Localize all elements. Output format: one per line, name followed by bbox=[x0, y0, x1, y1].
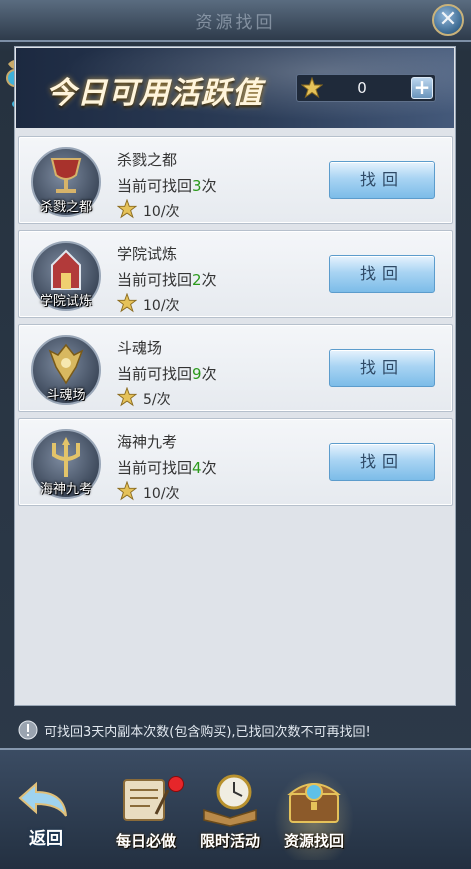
tab-label: 限时活动 bbox=[199, 832, 260, 850]
retrieve-button[interactable]: 找回 bbox=[329, 443, 435, 481]
dungeon-name: 斗魂场 bbox=[117, 339, 163, 357]
dungeon-icon-label: 海神九考 bbox=[39, 482, 92, 497]
clock-book-icon bbox=[203, 774, 257, 827]
back-arrow-icon bbox=[18, 781, 67, 817]
remaining-count-text: 当前可找回9次 bbox=[117, 365, 217, 383]
retrieve-button[interactable]: 找回 bbox=[329, 349, 435, 387]
cost-per-retrieve: 10/次 bbox=[143, 486, 180, 502]
tab-daily-tasks[interactable]: 每日必做 bbox=[106, 770, 186, 860]
goblet-icon bbox=[50, 158, 82, 193]
remaining-count-text: 当前可找回2次 bbox=[117, 271, 217, 289]
list-item: 斗魂场 斗魂场 当前可找回9次 5/次 找回 bbox=[18, 324, 453, 412]
soul-arena-emblem-icon bbox=[48, 343, 84, 385]
star-medal-icon bbox=[117, 387, 137, 407]
back-label: 返回 bbox=[29, 829, 63, 849]
dungeon-icon: 斗魂场 bbox=[31, 335, 101, 405]
close-button[interactable]: ✕ bbox=[432, 4, 464, 36]
academy-building-icon bbox=[51, 249, 81, 290]
retrieve-button[interactable]: 找回 bbox=[329, 255, 435, 293]
dungeon-icon-label: 杀戮之都 bbox=[39, 200, 92, 215]
retrieve-button[interactable]: 找回 bbox=[329, 161, 435, 199]
remaining-count-text: 当前可找回3次 bbox=[117, 177, 217, 195]
tab-resource-retrieve[interactable]: 资源找回 bbox=[274, 770, 354, 860]
window-title: 资源找回 bbox=[195, 13, 276, 33]
list-item: 海神九考 海神九考 当前可找回4次 10/次 找回 bbox=[18, 418, 453, 506]
dungeon-icon: 学院试炼 bbox=[31, 241, 101, 311]
warning-icon bbox=[18, 720, 38, 740]
tab-label: 每日必做 bbox=[115, 832, 176, 850]
star-medal-icon bbox=[301, 77, 323, 99]
dungeon-name: 学院试炼 bbox=[117, 245, 178, 263]
close-icon: ✕ bbox=[438, 7, 458, 32]
star-medal-icon bbox=[117, 481, 137, 501]
tab-limited-events[interactable]: 限时活动 bbox=[190, 770, 270, 860]
dungeon-name: 杀戮之都 bbox=[117, 151, 178, 169]
activity-points-value: 0 bbox=[357, 79, 367, 97]
dungeon-icon: 海神九考 bbox=[31, 429, 101, 499]
dungeon-icon: 杀戮之都 bbox=[31, 147, 101, 217]
cost-per-retrieve: 10/次 bbox=[143, 204, 180, 220]
star-medal-icon bbox=[117, 199, 137, 219]
remaining-count-text: 当前可找回4次 bbox=[117, 459, 217, 477]
scroll-icon bbox=[123, 779, 170, 821]
trident-icon bbox=[52, 437, 80, 477]
dungeon-icon-label: 斗魂场 bbox=[46, 388, 86, 403]
title-bar: 资源找回 bbox=[0, 0, 471, 42]
cost-per-retrieve: 10/次 bbox=[143, 298, 180, 314]
activity-points-box: 0 + bbox=[296, 74, 436, 102]
notice-bar: 可找回3天内副本次数(包含购买),已找回次数不可再找回! bbox=[14, 716, 456, 744]
cost-per-retrieve: 5/次 bbox=[143, 392, 171, 408]
add-points-button[interactable]: + bbox=[411, 77, 433, 99]
back-button[interactable]: 返回 bbox=[10, 772, 82, 854]
dungeon-icon-label: 学院试炼 bbox=[39, 294, 92, 309]
notice-text: 可找回3天内副本次数(包含购买),已找回次数不可再找回! bbox=[44, 725, 371, 740]
list-item: 杀戮之都 杀戮之都 当前可找回3次 10/次 找回 bbox=[18, 136, 453, 224]
tab-label: 资源找回 bbox=[283, 832, 344, 850]
banner-title: 今日可用活跃值 bbox=[46, 76, 263, 111]
star-medal-icon bbox=[117, 293, 137, 313]
treasure-chest-icon bbox=[287, 783, 341, 823]
dungeon-name: 海神九考 bbox=[117, 433, 178, 451]
list-item: 学院试炼 学院试炼 当前可找回2次 10/次 找回 bbox=[18, 230, 453, 318]
notification-badge bbox=[168, 776, 184, 792]
